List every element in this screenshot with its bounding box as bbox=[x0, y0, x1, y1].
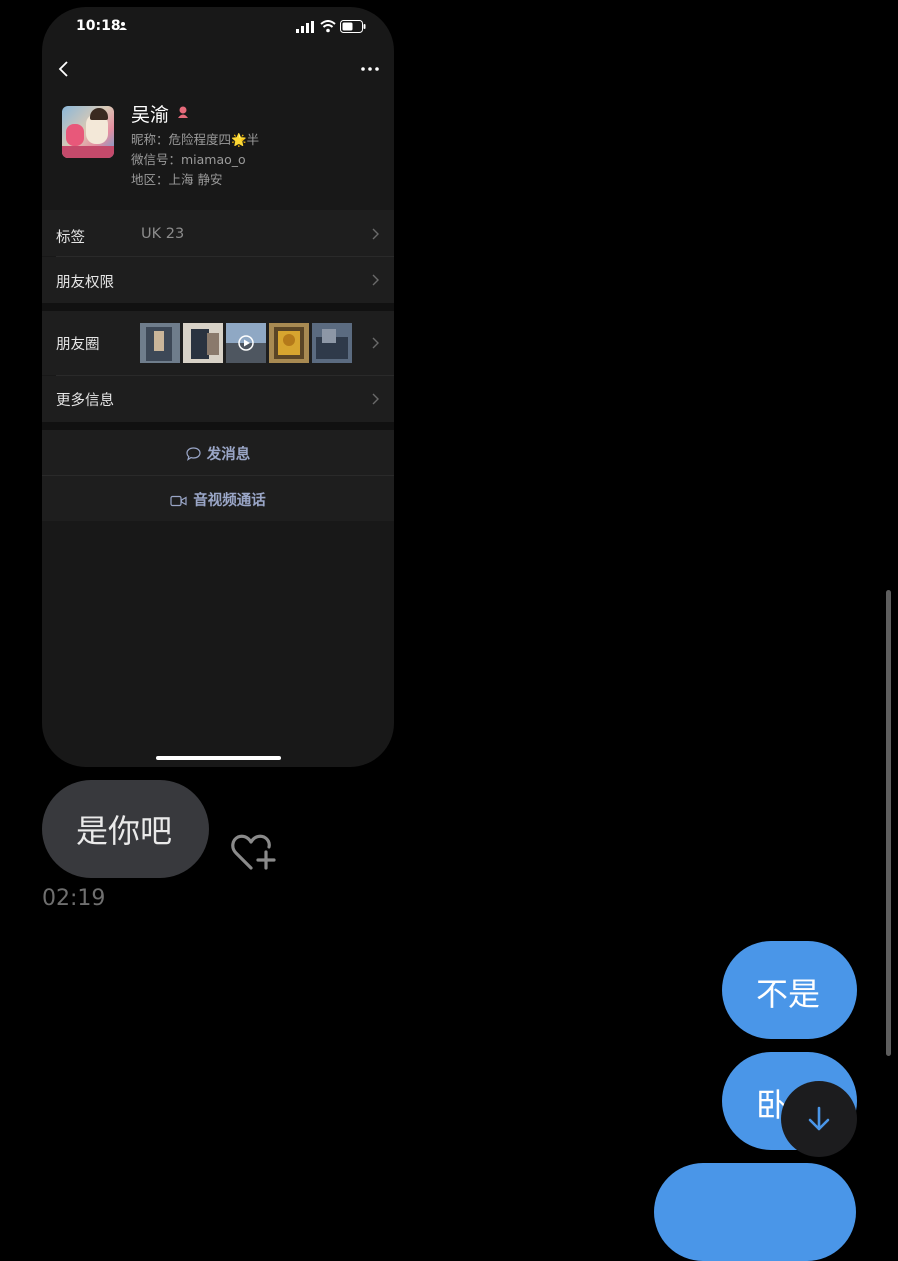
moments-video bbox=[226, 323, 266, 363]
profile-wechat-id: 微信号：miamao_o bbox=[131, 152, 246, 167]
chevron-right-icon bbox=[372, 337, 379, 349]
moments-row[interactable]: 朋友圈 bbox=[42, 311, 394, 375]
video-call-button[interactable]: 音视频通话 bbox=[42, 476, 394, 521]
send-message-button[interactable]: 发消息 bbox=[42, 430, 394, 475]
send-message-label: 发消息 bbox=[206, 447, 251, 463]
video-call-label: 音视频通话 bbox=[193, 493, 266, 509]
video-icon bbox=[170, 495, 187, 507]
chevron-right-icon bbox=[372, 228, 379, 240]
permissions-label: 朋友权限 bbox=[56, 275, 114, 291]
heart-add-icon[interactable] bbox=[229, 830, 277, 874]
more-info-row[interactable]: 更多信息 bbox=[42, 376, 394, 422]
tags-value: UK 23 bbox=[141, 226, 185, 242]
outgoing-message-text: 不是 bbox=[756, 975, 821, 1013]
female-icon bbox=[178, 106, 188, 118]
message-timestamp: 02:19 bbox=[42, 886, 106, 911]
wifi-icon bbox=[320, 20, 336, 33]
person-icon bbox=[119, 22, 127, 30]
outgoing-message-bubble[interactable] bbox=[654, 1163, 856, 1261]
profile-nickname: 昵称：危险程度四🌟半 bbox=[131, 132, 260, 147]
nav-bar bbox=[42, 47, 394, 91]
profile-name: 吴渝 bbox=[131, 104, 170, 126]
profile-region: 地区：上海 静安 bbox=[131, 172, 223, 187]
profile-header: 吴渝 昵称：危险程度四🌟半 微信号：miamao_o 地区：上海 静安 bbox=[42, 99, 394, 199]
scroll-to-bottom-button[interactable] bbox=[781, 1081, 857, 1157]
more-info-label: 更多信息 bbox=[56, 393, 114, 409]
chevron-right-icon bbox=[372, 274, 379, 286]
arrow-down-icon bbox=[808, 1106, 830, 1131]
chat-bubble-icon bbox=[186, 447, 201, 461]
moments-label: 朋友圈 bbox=[56, 337, 100, 353]
incoming-message-bubble[interactable]: 是你吧 bbox=[42, 780, 209, 878]
moments-photo-4 bbox=[312, 323, 352, 363]
signal-icon bbox=[296, 21, 314, 33]
outgoing-message-bubble[interactable]: 不是 bbox=[722, 941, 857, 1039]
friend-permissions-row[interactable]: 朋友权限 bbox=[42, 257, 394, 303]
avatar[interactable] bbox=[62, 106, 114, 158]
more-icon[interactable] bbox=[356, 57, 384, 81]
moments-photo-3 bbox=[269, 323, 309, 363]
moments-photo-2 bbox=[183, 323, 223, 363]
status-time: 10:18 bbox=[76, 18, 121, 34]
battery-icon bbox=[340, 20, 366, 33]
status-bar: 10:18 bbox=[42, 7, 394, 47]
incoming-message-text: 是你吧 bbox=[76, 812, 173, 850]
chevron-right-icon bbox=[372, 393, 379, 405]
section-gap bbox=[42, 422, 394, 430]
back-icon[interactable] bbox=[54, 57, 78, 81]
tags-label: 标签 bbox=[56, 230, 85, 246]
section-gap bbox=[42, 303, 394, 311]
home-indicator bbox=[156, 756, 281, 760]
profile-screenshot[interactable]: 10:18 吴渝 昵称：危险程度四🌟半 微信号：miamao_o 地区：上海 静… bbox=[42, 7, 394, 767]
scrollbar[interactable] bbox=[886, 590, 891, 1056]
moments-photo-1 bbox=[140, 323, 180, 363]
tags-row[interactable]: 标签 UK 23 bbox=[42, 210, 394, 256]
